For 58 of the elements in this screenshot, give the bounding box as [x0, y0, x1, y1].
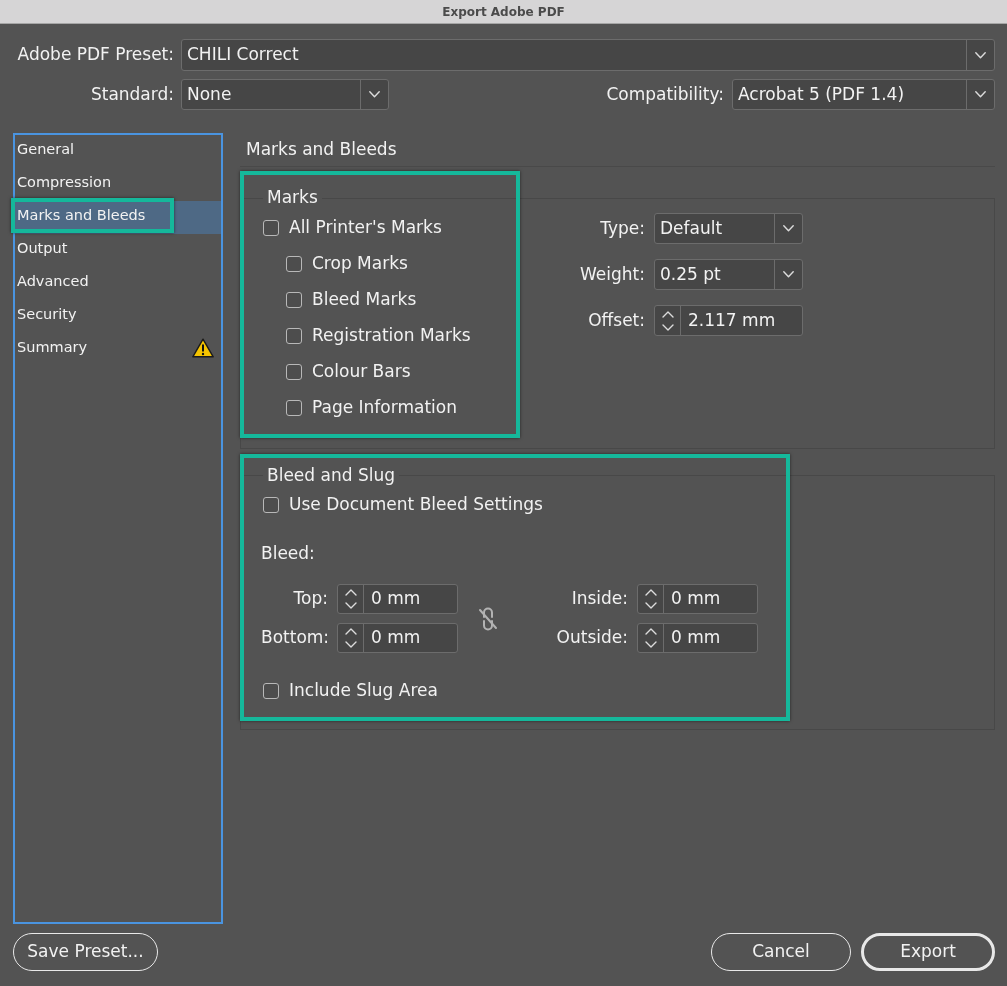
field-label: Top: — [293, 588, 328, 609]
checkbox-label[interactable]: Include Slug Area — [289, 678, 438, 704]
stepper-icon[interactable] — [344, 627, 357, 649]
standard-dropdown[interactable]: None — [181, 79, 389, 110]
field-label: Offset: — [588, 309, 645, 330]
chevron-down-icon[interactable] — [783, 225, 794, 232]
checkbox[interactable] — [286, 256, 302, 272]
field-label: Standard: — [90, 83, 174, 104]
checkbox-label[interactable]: Use Document Bleed Settings — [289, 492, 543, 518]
sidebar-item[interactable]: Advanced — [15, 267, 221, 300]
checkbox-label[interactable]: Crop Marks — [312, 251, 408, 277]
stepper-icon[interactable] — [644, 627, 657, 649]
checkbox[interactable] — [286, 400, 302, 416]
window-title: Export Adobe PDF — [442, 3, 565, 21]
chevron-down-icon[interactable] — [783, 271, 794, 278]
checkbox[interactable] — [286, 328, 302, 344]
dropdown[interactable]: Default — [654, 213, 803, 244]
section-label: Bleed: — [261, 542, 315, 565]
stepper-icon[interactable] — [661, 309, 674, 332]
checkbox-label[interactable]: All Printer's Marks — [289, 215, 442, 241]
sidebar-item[interactable]: General — [15, 135, 221, 168]
preset-dropdown[interactable]: CHILI Correct — [181, 39, 995, 71]
sidebar-item[interactable]: Output — [15, 234, 221, 267]
section-heading: Marks and Bleeds — [246, 137, 397, 161]
sidebar-item[interactable]: Security — [15, 300, 221, 333]
checkbox-label[interactable]: Registration Marks — [312, 323, 471, 349]
export-button[interactable]: Export — [861, 933, 995, 971]
checkbox[interactable] — [286, 292, 302, 308]
checkbox[interactable] — [286, 364, 302, 380]
field-label: Outside: — [556, 627, 628, 648]
field-label: Adobe PDF Preset: — [17, 44, 174, 65]
stepper-icon[interactable] — [344, 588, 357, 610]
dropdown[interactable]: 0.25 pt — [654, 259, 803, 290]
checkbox-label[interactable]: Colour Bars — [312, 359, 411, 385]
sidebar-item[interactable]: Compression — [15, 168, 221, 201]
broken-link-icon[interactable] — [478, 606, 498, 631]
field-label: Bottom: — [261, 627, 330, 648]
number-field[interactable]: 0 mm — [337, 623, 458, 653]
compatibility-dropdown[interactable]: Acrobat 5 (PDF 1.4) — [732, 79, 995, 110]
chevron-down-icon[interactable] — [369, 91, 380, 98]
checkbox[interactable] — [263, 497, 279, 513]
field-label: Inside: — [571, 588, 628, 609]
checkbox[interactable] — [263, 683, 279, 699]
sidebar-item[interactable]: Summary — [15, 333, 221, 366]
field-label: Compatibility: — [606, 83, 724, 104]
checkbox-label[interactable]: Page Information — [312, 395, 457, 421]
checkbox-label[interactable]: Bleed Marks — [312, 287, 417, 313]
stepper-icon[interactable] — [644, 588, 657, 610]
number-field[interactable]: 2.117 mm — [654, 305, 803, 336]
number-field[interactable]: 0 mm — [637, 584, 758, 614]
number-field[interactable]: 0 mm — [637, 623, 758, 653]
chevron-down-icon[interactable] — [975, 51, 986, 59]
number-field[interactable]: 0 mm — [337, 584, 458, 614]
field-label: Weight: — [580, 263, 645, 284]
chevron-down-icon[interactable] — [975, 91, 986, 98]
group-title: Bleed and Slug — [263, 464, 399, 486]
checkbox[interactable] — [263, 220, 279, 236]
field-label: Type: — [600, 217, 645, 238]
